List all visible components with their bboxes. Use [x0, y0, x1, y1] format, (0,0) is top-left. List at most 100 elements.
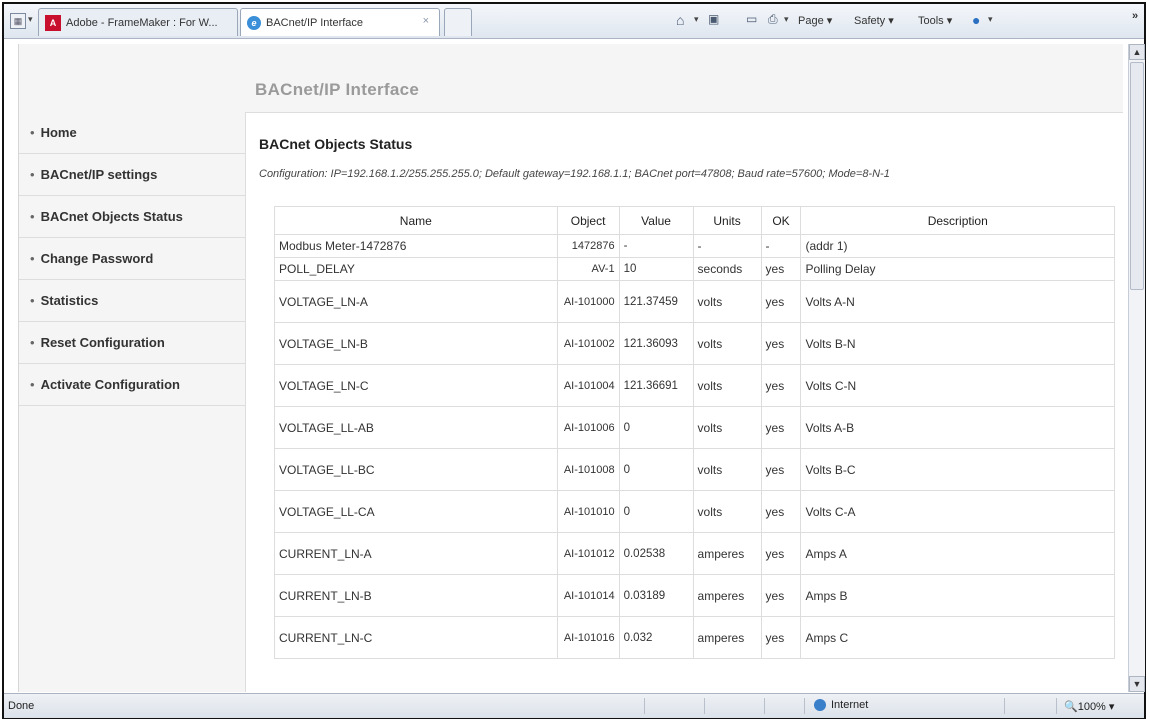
- cell-name: VOLTAGE_LN-B: [274, 322, 558, 365]
- cell-name: VOLTAGE_LL-CA: [274, 490, 558, 533]
- security-zone[interactable]: Internet: [814, 699, 868, 711]
- column-header-ok: OK: [760, 206, 802, 235]
- cell-value: 121.36093: [618, 322, 694, 365]
- table-row: POLL_DELAY AV-1 10 seconds yes Polling Delay: [274, 257, 1115, 281]
- cell-units: volts: [692, 448, 762, 491]
- zone-label: Internet: [831, 699, 869, 711]
- sidebar-nav: • Home • BACnet/IP settings • BACnet Object…: [19, 112, 246, 692]
- status-divider: [1056, 698, 1057, 714]
- safety-menu[interactable]: Safety ▾: [854, 14, 894, 27]
- column-header-units: Units: [692, 206, 762, 235]
- sidebar-item-label: Home: [40, 125, 77, 140]
- column-header-value: Value: [618, 206, 694, 235]
- cell-object: AI-101016: [556, 616, 620, 659]
- sidebar-item-reset-configuration[interactable]: • Reset Configuration: [19, 322, 245, 364]
- scrollbar-thumb[interactable]: [1130, 62, 1144, 290]
- cell-description: Amps A: [800, 532, 1115, 575]
- sidebar-item-label: Change Password: [40, 251, 154, 266]
- cell-ok: yes: [760, 257, 802, 281]
- chevron-down-icon: ▾: [826, 15, 833, 27]
- column-header-name: Name: [274, 206, 558, 235]
- cell-ok: yes: [760, 322, 802, 365]
- cell-units: seconds: [692, 257, 762, 281]
- close-icon[interactable]: ×: [423, 15, 429, 27]
- bullet-icon: •: [30, 125, 35, 140]
- adobe-pdf-icon: A: [45, 14, 61, 31]
- sidebar-item-bacnet-objects-status[interactable]: • BACnet Objects Status: [19, 196, 245, 238]
- help-dropdown-icon[interactable]: ▾: [988, 14, 993, 25]
- cell-units: -: [692, 234, 762, 258]
- internet-globe-icon: [814, 699, 826, 711]
- table-row: VOLTAGE_LL-CA AI-101010 0 volts yes Volts C-A: [274, 490, 1115, 533]
- cell-ok: yes: [760, 448, 802, 491]
- safety-menu-label: Safety: [854, 15, 886, 27]
- column-header-object: Object: [556, 206, 620, 235]
- table-row: Modbus Meter-1472876 1472876- - - (addr 1): [274, 234, 1115, 258]
- zoom-level[interactable]: 🔍100% ▾: [1064, 700, 1114, 713]
- cell-object: AV-1: [556, 257, 620, 281]
- cell-ok: yes: [760, 616, 802, 659]
- page-menu[interactable]: Page ▾: [798, 14, 832, 27]
- print-icon[interactable]: ⎙: [768, 12, 778, 27]
- cell-units: amperes: [692, 532, 762, 575]
- tab-framemaker[interactable]: A Adobe - FrameMaker : For W...: [38, 8, 238, 36]
- print-dropdown-icon[interactable]: ▾: [784, 14, 789, 25]
- sidebar-item-label: Statistics: [40, 293, 99, 308]
- cell-units: volts: [692, 364, 762, 407]
- bullet-icon: •: [30, 209, 35, 224]
- cell-value: -: [618, 234, 694, 258]
- cell-name: CURRENT_LN-C: [274, 616, 558, 659]
- tab-label: BACnet/IP Interface: [266, 16, 364, 29]
- home-dropdown-icon[interactable]: ▾: [694, 14, 699, 25]
- cell-name: Modbus Meter-1472876: [274, 234, 558, 258]
- table-row: CURRENT_LN-C AI-101016 0.032 amperes yes Amps…: [274, 616, 1115, 659]
- table-row: CURRENT_LN-A AI-101012 0.02538 amperes yes Am…: [274, 532, 1115, 575]
- sidebar-item-home[interactable]: • Home: [19, 112, 245, 154]
- cell-description: Amps B: [800, 574, 1115, 617]
- status-divider: [704, 698, 705, 714]
- tab-label: Adobe - FrameMaker : For W...: [66, 16, 218, 29]
- cell-name: VOLTAGE_LL-BC: [274, 448, 558, 491]
- sidebar-item-label: Reset Configuration: [40, 335, 165, 350]
- tools-menu-label: Tools: [918, 15, 944, 27]
- bullet-icon: •: [30, 251, 35, 266]
- sidebar-item-label: BACnet Objects Status: [40, 209, 183, 224]
- column-header-description: Description: [800, 206, 1115, 235]
- new-tab-button[interactable]: [444, 8, 472, 36]
- tools-menu[interactable]: Tools ▾: [918, 14, 952, 27]
- cell-units: amperes: [692, 574, 762, 617]
- quick-tabs-icon[interactable]: ▦: [10, 13, 26, 29]
- cell-name: VOLTAGE_LN-A: [274, 280, 558, 323]
- read-mail-icon[interactable]: ▭: [746, 12, 757, 26]
- tab-list-dropdown[interactable]: ▾: [28, 14, 33, 25]
- scroll-up-button[interactable]: ▲: [1129, 44, 1145, 60]
- help-icon[interactable]: ●: [972, 12, 980, 28]
- cell-description: (addr 1): [800, 234, 1115, 258]
- bullet-icon: •: [30, 167, 35, 182]
- cell-value: 121.36691: [618, 364, 694, 407]
- sidebar-item-change-password[interactable]: • Change Password: [19, 238, 245, 280]
- cell-name: VOLTAGE_LN-C: [274, 364, 558, 407]
- scroll-down-button[interactable]: ▼: [1129, 676, 1145, 692]
- table-row: VOLTAGE_LN-A AI-101000 121.37459 volts yes Vo…: [274, 280, 1115, 323]
- home-icon[interactable]: ⌂: [676, 12, 684, 28]
- status-bar: Done Internet 🔍100% ▾: [4, 693, 1144, 718]
- cell-name: VOLTAGE_LL-AB: [274, 406, 558, 449]
- sidebar-item-bacnet-ip-settings[interactable]: • BACnet/IP settings: [19, 154, 245, 196]
- table-row: VOLTAGE_LN-C AI-101004 121.36691 volts yes Vo…: [274, 364, 1115, 407]
- cell-value: 0: [618, 448, 694, 491]
- cell-object: AI-101002: [556, 322, 620, 365]
- cell-name: POLL_DELAY: [274, 257, 558, 281]
- tab-bacnet[interactable]: e BACnet/IP Interface ×: [240, 8, 440, 36]
- configuration-text: Configuration: IP=192.168.1.2/255.255.25…: [259, 168, 890, 180]
- overflow-chevron-icon[interactable]: »: [1132, 10, 1138, 22]
- cell-ok: yes: [760, 532, 802, 575]
- vertical-scrollbar[interactable]: ▲ ▼: [1128, 44, 1145, 692]
- cell-description: Volts B-N: [800, 322, 1115, 365]
- cell-value: 0: [618, 490, 694, 533]
- feeds-icon[interactable]: ▣: [708, 12, 719, 26]
- sidebar-item-label: BACnet/IP settings: [40, 167, 158, 182]
- cell-description: Volts A-N: [800, 280, 1115, 323]
- sidebar-item-activate-configuration[interactable]: • Activate Configuration: [19, 364, 245, 406]
- sidebar-item-statistics[interactable]: • Statistics: [19, 280, 245, 322]
